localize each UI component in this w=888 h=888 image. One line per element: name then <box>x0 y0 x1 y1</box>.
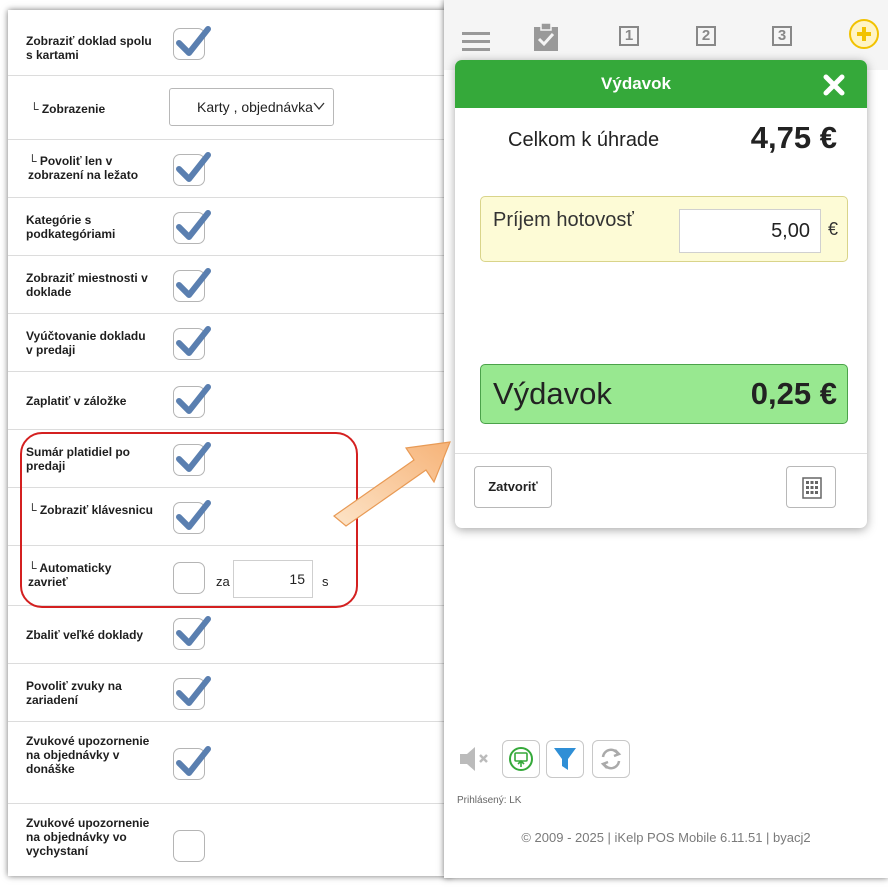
cash-received-label: Príjem hotovosť <box>493 209 634 231</box>
setting-row: Zobraziť doklad spolu s kartami <box>8 10 448 76</box>
setting-label: Zvukové upozornenie na objednávky v doná… <box>26 734 150 776</box>
setting-checkbox[interactable] <box>173 326 211 360</box>
setting-checkbox[interactable] <box>173 152 211 186</box>
view-select[interactable]: Karty , objednávka <box>169 88 334 126</box>
highlight-annotation <box>20 432 358 608</box>
checkmark-icon <box>176 152 211 182</box>
setting-label: Zvukové upozornenie na objednávky vo vyc… <box>26 816 150 858</box>
add-icon[interactable] <box>848 18 880 50</box>
speaker-mute-icon <box>460 747 488 771</box>
setting-checkbox[interactable] <box>173 830 205 862</box>
keypad-icon <box>802 477 822 499</box>
setting-checkbox[interactable] <box>173 210 211 244</box>
clipboard-check-icon[interactable] <box>532 22 560 52</box>
total-label: Celkom k úhrade <box>508 129 660 151</box>
setting-checkbox[interactable] <box>173 616 211 650</box>
screenshot-canvas: Zobraziť doklad spolu s kartami └ Zobraz… <box>0 0 888 888</box>
change-dialog: Výdavok Celkom k úhrade 4,75 € Príjem ho… <box>455 60 867 528</box>
cash-received-box: Príjem hotovosť 5,00 € <box>480 196 848 262</box>
step-1-icon[interactable]: 1 <box>619 26 639 46</box>
setting-checkbox[interactable] <box>173 26 211 60</box>
setting-label: Zaplatiť v záložke <box>26 394 127 408</box>
step-2-icon[interactable]: 2 <box>696 26 716 46</box>
setting-checkbox[interactable] <box>173 746 211 780</box>
setting-label: Zbaliť veľké doklady <box>26 628 144 642</box>
setting-row: └ Povoliť len v zobrazení na ležato <box>8 140 448 198</box>
setting-label: └ Povoliť len v zobrazení na ležato <box>28 154 139 182</box>
checkmark-icon <box>176 326 211 356</box>
refresh-button[interactable] <box>592 740 630 778</box>
setting-label: Povoliť zvuky na zariadení <box>26 679 122 707</box>
checkmark-icon <box>176 746 211 776</box>
setting-checkbox[interactable] <box>173 384 211 418</box>
change-box: Výdavok 0,25 € <box>480 364 848 424</box>
dialog-title: Výdavok <box>601 74 671 93</box>
setting-label: Kategórie s podkategóriami <box>26 213 116 241</box>
cash-currency: € <box>828 219 839 239</box>
change-value: 0,25 € <box>750 376 837 411</box>
close-button[interactable]: Zatvoriť <box>474 466 552 508</box>
dialog-header: Výdavok <box>455 60 867 108</box>
copyright-text: © 2009 - 2025 | iKelp POS Mobile 6.11.51… <box>521 830 811 845</box>
keypad-button[interactable] <box>786 466 836 508</box>
setting-checkbox[interactable] <box>173 676 211 710</box>
pointer-arrow-icon <box>333 441 451 527</box>
dialog-divider <box>455 453 867 454</box>
logged-in-user: Prihlásený: LK <box>457 795 522 806</box>
checkmark-icon <box>176 384 211 414</box>
checkmark-icon <box>176 676 211 706</box>
cash-received-input[interactable]: 5,00 <box>679 209 821 253</box>
filter-icon <box>554 748 576 770</box>
checkmark-icon <box>176 26 211 56</box>
menu-icon[interactable] <box>462 30 490 54</box>
mute-button[interactable] <box>456 740 494 778</box>
setting-row: Zvukové upozornenie na objednávky vo vyc… <box>8 804 448 876</box>
checkmark-icon <box>176 210 211 240</box>
setting-row: Zobraziť miestnosti v doklade <box>8 256 448 314</box>
view-select-value: Karty , objednávka <box>197 99 313 115</box>
setting-row: Povoliť zvuky na zariadení <box>8 664 448 722</box>
setting-row: └ Zobrazenie Karty , objednávka <box>8 76 448 140</box>
setting-row: Zaplatiť v záložke <box>8 372 448 430</box>
setting-label: Vyúčtovanie dokladu v predaji <box>26 329 146 357</box>
setting-row: Zvukové upozornenie na objednávky v doná… <box>8 722 448 804</box>
refresh-icon <box>600 748 622 770</box>
checkmark-icon <box>176 268 211 298</box>
filter-button[interactable] <box>546 740 584 778</box>
change-label: Výdavok <box>493 376 612 411</box>
setting-checkbox[interactable] <box>173 268 211 302</box>
step-3-icon[interactable]: 3 <box>772 26 792 46</box>
setting-row: Vyúčtovanie dokladu v predaji <box>8 314 448 372</box>
checkmark-icon <box>176 616 211 646</box>
chevron-down-icon <box>313 102 325 111</box>
setting-label: Zobraziť miestnosti v doklade <box>26 271 148 299</box>
total-value: 4,75 € <box>750 120 837 155</box>
setting-row: Zbaliť veľké doklady <box>8 606 448 664</box>
setting-label: └ Zobrazenie <box>30 102 106 116</box>
setting-row: Kategórie s podkategóriami <box>8 198 448 256</box>
upload-icon <box>509 747 533 771</box>
close-icon[interactable] <box>823 74 845 96</box>
upload-button[interactable] <box>502 740 540 778</box>
setting-label: Zobraziť doklad spolu s kartami <box>26 34 152 62</box>
